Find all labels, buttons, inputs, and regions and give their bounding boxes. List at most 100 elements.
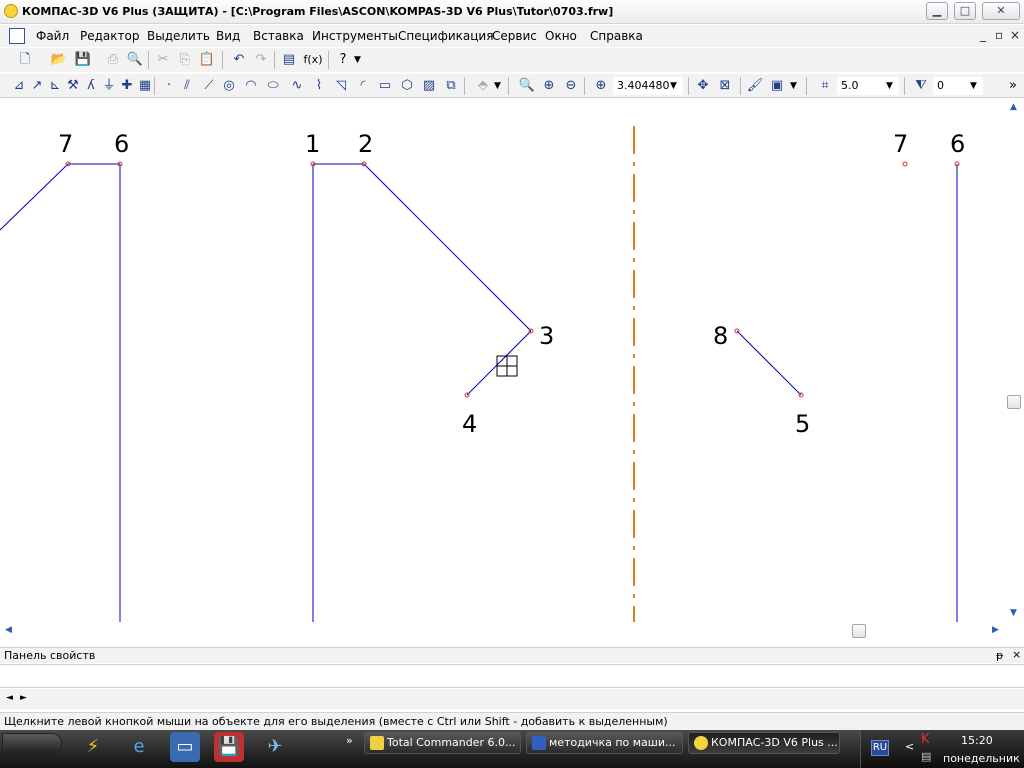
cut-icon[interactable]: ✂ (154, 51, 172, 69)
doc-minimize-button[interactable]: _ (980, 28, 986, 42)
desktop-icon[interactable]: ▭ (170, 732, 200, 762)
polygon-icon[interactable]: ⬡ (398, 77, 416, 95)
chamfer-icon[interactable]: ◹ (332, 77, 350, 95)
globe-launcher-icon[interactable]: ✈ (260, 732, 290, 762)
panel-prev-icon[interactable]: ◄ (6, 693, 13, 703)
task-word-document[interactable]: методичка по маши... (526, 732, 683, 754)
rectangle-icon[interactable]: ▭ (376, 77, 394, 95)
menu-select[interactable]: Выделить (147, 29, 210, 43)
polyline-icon[interactable]: ⌇ (310, 77, 328, 95)
lightning-launcher-icon[interactable]: ⚡ (78, 732, 108, 762)
layer-icon[interactable]: ⧨ (912, 77, 930, 95)
context-help-icon[interactable]: ? (334, 51, 352, 69)
hatch-icon[interactable]: ▨ (420, 77, 438, 95)
zoom-window-icon[interactable]: 🔍 (518, 77, 536, 95)
parametrize-icon[interactable]: ʎ (82, 77, 100, 95)
menu-editor[interactable]: Редактор (80, 29, 139, 43)
clock-time[interactable]: 15:20 (961, 734, 993, 747)
drawing-canvas[interactable]: 7 6 1 2 3 4 8 5 7 6 (0, 100, 1024, 640)
antivirus-icon[interactable]: K (921, 732, 930, 747)
copy-icon[interactable]: ⎘ (176, 51, 194, 69)
menu-file[interactable]: Файл (36, 29, 69, 43)
vertical-scroll-thumb[interactable] (1007, 395, 1021, 409)
zoom-scale-icon[interactable]: ⊕ (592, 77, 610, 95)
segment-8-5[interactable] (736, 330, 802, 396)
menu-specification[interactable]: Спецификация (398, 29, 493, 43)
show-all-icon[interactable]: ⊠ (716, 77, 734, 95)
menu-insert[interactable]: Вставка (253, 29, 304, 43)
ellipse-icon[interactable]: ⬭ (264, 77, 282, 95)
menu-view[interactable]: Вид (216, 29, 240, 43)
measure-icon[interactable]: ⏚ (100, 77, 118, 95)
segment-3-4[interactable] (466, 330, 532, 396)
floppy-icon[interactable]: 💾 (214, 732, 244, 762)
scroll-right-icon[interactable]: ▶ (992, 625, 999, 635)
print-icon[interactable]: ⎙ (104, 51, 122, 69)
vertical-scrollbar[interactable]: ▲ ▼ (1005, 100, 1024, 625)
segment-2-3[interactable] (363, 163, 532, 332)
edit-icon[interactable]: ⚒ (64, 77, 82, 95)
taskbar-expand-icon[interactable]: » (346, 734, 353, 747)
scroll-up-icon[interactable]: ▲ (1010, 102, 1017, 112)
point-7-right[interactable] (902, 161, 908, 167)
close-button[interactable]: ✕ (982, 2, 1020, 20)
new-document-icon[interactable]: 🗋 (16, 51, 34, 69)
point-icon[interactable]: · (160, 77, 178, 95)
segment-7-left[interactable] (0, 163, 69, 231)
chevron-down-icon[interactable]: ▼ (970, 76, 977, 96)
spec-icon[interactable]: ▦ (136, 77, 154, 95)
redo-icon[interactable]: ↷ (252, 51, 270, 69)
arc-icon[interactable]: ◠ (242, 77, 260, 95)
panel-next-icon[interactable]: ► (20, 693, 27, 703)
doc-restore-button[interactable]: ▫ (995, 28, 1003, 42)
clock-day[interactable]: понедельник (943, 752, 1020, 765)
menu-window[interactable]: Окно (545, 29, 577, 43)
zoom-in-icon[interactable]: ⊕ (540, 77, 558, 95)
task-kompas[interactable]: КОМПАС-3D V6 Plus ... (688, 732, 840, 754)
chevron-down-icon[interactable]: ▼ (670, 76, 677, 96)
horizontal-scrollbar[interactable]: ◀ ▶ (0, 622, 1005, 640)
menu-tools[interactable]: Инструменты (312, 29, 398, 43)
grid-step-icon[interactable]: ⌗ (816, 77, 834, 95)
undo-icon[interactable]: ↶ (230, 51, 248, 69)
drawing-area[interactable]: 7 6 1 2 3 4 8 5 7 6 (0, 100, 1005, 622)
task-total-commander[interactable]: Total Commander 6.0... (364, 732, 521, 754)
circle-icon[interactable]: ◎ (220, 77, 238, 95)
network-icon[interactable]: ▤ (921, 750, 931, 763)
print-preview-icon[interactable]: 🔍 (126, 51, 144, 69)
pin-icon[interactable]: ᵽ (996, 649, 1003, 662)
paste-icon[interactable]: 📋 (198, 51, 216, 69)
calculator-icon[interactable]: ▤ (280, 51, 298, 69)
aux-line-icon[interactable]: ⫽ (178, 77, 196, 95)
scroll-left-icon[interactable]: ◀ (5, 625, 12, 635)
menu-service[interactable]: Сервис (492, 29, 537, 43)
minimize-button[interactable]: ▁ (926, 2, 948, 20)
start-button[interactable] (2, 733, 62, 755)
chevron-down-icon[interactable]: ▼ (790, 76, 797, 96)
properties-brush-icon[interactable]: 🖌 (746, 77, 764, 95)
maximize-button[interactable]: □ (954, 2, 976, 20)
fillet-icon[interactable]: ◜ (354, 77, 372, 95)
select-icon[interactable]: ✚ (118, 77, 136, 95)
chevron-down-icon[interactable]: ▼ (494, 76, 501, 96)
function-icon[interactable]: f(x) (302, 51, 324, 69)
tray-expand-icon[interactable]: < (905, 740, 914, 753)
scroll-down-icon[interactable]: ▼ (1010, 608, 1017, 618)
segment-icon[interactable]: ⟋ (200, 77, 218, 95)
designation-icon[interactable]: ⊾ (46, 77, 64, 95)
chevron-down-icon[interactable]: ▼ (886, 76, 893, 96)
toolbar-overflow-icon[interactable]: » (1004, 77, 1022, 95)
zoom-out-icon[interactable]: ⊖ (562, 77, 580, 95)
dimension-icon[interactable]: ↗ (28, 77, 46, 95)
bezier-icon[interactable]: ∿ (288, 77, 306, 95)
document-icon[interactable] (9, 28, 25, 44)
stamp-icon[interactable]: ⬘ (474, 77, 492, 95)
menu-help[interactable]: Справка (590, 29, 643, 43)
horizontal-scroll-thumb[interactable] (852, 624, 866, 638)
view-manager-icon[interactable]: ▣ (768, 77, 786, 95)
geometry-icon[interactable]: ⊿ (10, 77, 28, 95)
open-folder-icon[interactable]: 📂 (50, 51, 68, 69)
chevron-down-icon[interactable]: ▼ (354, 50, 361, 70)
doc-close-button[interactable]: × (1010, 28, 1020, 42)
language-indicator[interactable]: RU (871, 740, 889, 756)
